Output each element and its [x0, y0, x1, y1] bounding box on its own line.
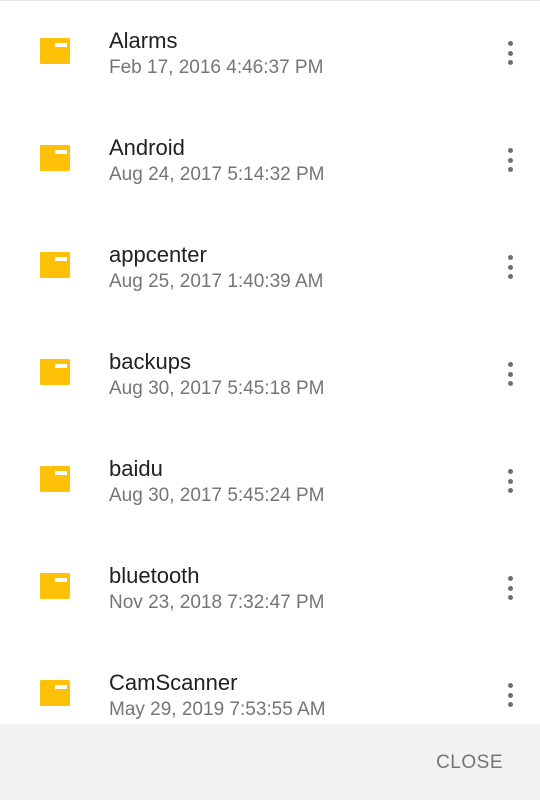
folder-icon [40, 38, 70, 64]
file-name: appcenter [109, 242, 207, 267]
more-vert-icon[interactable] [496, 250, 524, 284]
more-vert-icon[interactable] [496, 678, 524, 712]
list-item[interactable]: bluetooth Nov 23, 2018 7:32:47 PM [0, 536, 540, 643]
more-vert-icon[interactable] [496, 464, 524, 498]
more-vert-icon[interactable] [496, 36, 524, 70]
folder-icon [40, 466, 70, 492]
more-vert-icon[interactable] [496, 571, 524, 605]
file-date: Nov 23, 2018 7:32:47 PM [109, 592, 325, 613]
list-item[interactable]: CamScanner May 29, 2019 7:53:55 AM [0, 643, 540, 724]
file-picker-dialog: Alarms Feb 17, 2016 4:46:37 PM Android A… [0, 0, 540, 800]
file-date: Aug 30, 2017 5:45:18 PM [109, 378, 325, 399]
file-name: backups [109, 349, 191, 374]
more-vert-icon[interactable] [496, 143, 524, 177]
file-name: Alarms [109, 28, 178, 53]
folder-icon [40, 680, 70, 706]
dialog-footer: CLOSE [0, 724, 540, 800]
list-item[interactable]: appcenter Aug 25, 2017 1:40:39 AM [0, 215, 540, 322]
file-name: bluetooth [109, 563, 200, 588]
file-name: Android [109, 135, 185, 160]
list-item[interactable]: Alarms Feb 17, 2016 4:46:37 PM [0, 1, 540, 108]
list-item[interactable]: baidu Aug 30, 2017 5:45:24 PM [0, 429, 540, 536]
folder-icon [40, 252, 70, 278]
more-vert-icon[interactable] [496, 357, 524, 391]
file-date: Aug 30, 2017 5:45:24 PM [109, 485, 325, 506]
file-name: CamScanner [109, 670, 238, 695]
list-item[interactable]: backups Aug 30, 2017 5:45:18 PM [0, 322, 540, 429]
folder-icon [40, 359, 70, 385]
file-date: Aug 25, 2017 1:40:39 AM [109, 271, 324, 292]
file-date: May 29, 2019 7:53:55 AM [109, 699, 326, 720]
file-name: baidu [109, 456, 163, 481]
folder-icon [40, 145, 70, 171]
file-date: Aug 24, 2017 5:14:32 PM [109, 164, 325, 185]
folder-icon [40, 573, 70, 599]
list-item[interactable]: Android Aug 24, 2017 5:14:32 PM [0, 108, 540, 215]
file-date: Feb 17, 2016 4:46:37 PM [109, 57, 324, 78]
close-button[interactable]: CLOSE [436, 752, 503, 774]
file-list[interactable]: Alarms Feb 17, 2016 4:46:37 PM Android A… [0, 0, 540, 724]
